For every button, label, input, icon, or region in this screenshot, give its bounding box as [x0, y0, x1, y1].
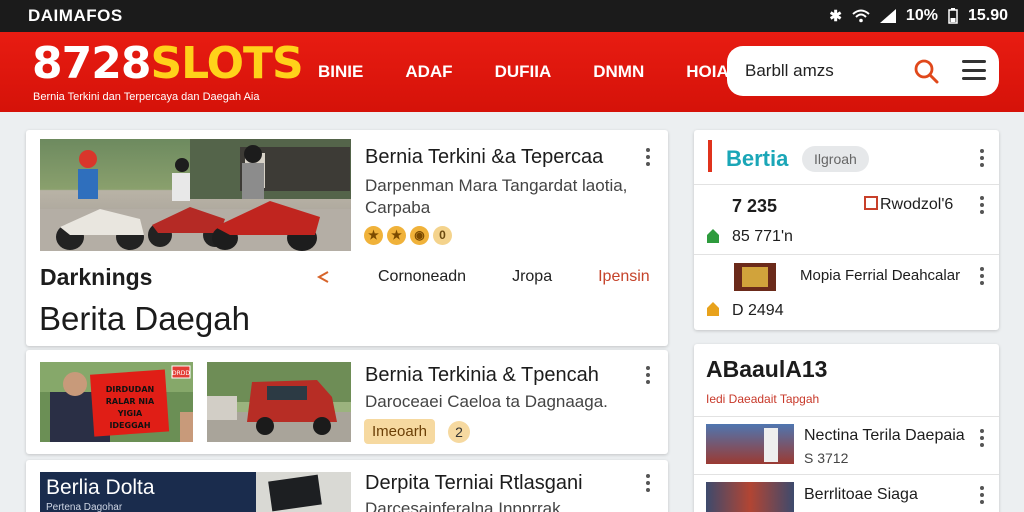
logo-accent: SLOTS [150, 38, 303, 89]
search-bar [727, 46, 999, 96]
featured-more-icon[interactable] [645, 148, 651, 166]
right-card-1-title: Bertia [726, 146, 789, 171]
svg-text:DIRDUDAN: DIRDUDAN [106, 385, 154, 394]
article-1-thumbnail[interactable]: DRDD DIRDUDAN RALAR NIA YIGIA IDEGGAH [40, 362, 193, 442]
article-1-more-icon[interactable] [645, 366, 651, 384]
status-bar: DAIMAFOS ✱ 10% 15.90 [0, 0, 1024, 32]
hamburger-menu-icon[interactable] [962, 60, 986, 80]
article-1-subtitle: Daroceaei Caeloa ta Dagnaaga. [365, 392, 608, 411]
right-card-1-more-icon[interactable] [979, 149, 985, 167]
regional-item-1-meta: S 3712 [804, 450, 849, 466]
home-icon [707, 229, 719, 243]
status-indicators: ✱ 10% 15.90 [829, 7, 1008, 25]
svg-text:YIGIA: YIGIA [117, 409, 143, 418]
sign-corner-text: DRDD [172, 370, 190, 377]
divider [694, 416, 999, 417]
right-card-regional: ABaaulA13 Iedi Daeadait Tapgah Nectina T… [694, 344, 999, 512]
trend-row-4[interactable]: D 2494 [732, 302, 784, 320]
search-icon[interactable] [913, 58, 939, 84]
nav-item-1[interactable]: BINIE [318, 62, 363, 82]
featured-card: Bernia Terkini &a Tepercaa Darpenman Mar… [26, 130, 668, 346]
regional-item-2-more-icon[interactable] [979, 486, 985, 504]
signal-icon [879, 9, 896, 23]
divider [694, 474, 999, 475]
search-input[interactable] [745, 61, 905, 81]
section-tabs: Cornoneadn Jropa Ipensin [316, 268, 650, 286]
right-card-trending: Bertia Ilgroah 7 235 Rwodzol'6 85 771'n … [694, 130, 999, 330]
article-2-title[interactable]: Derpita Terniai Rtlasgani [365, 472, 583, 495]
regional-item-1-thumbnail[interactable] [706, 424, 794, 464]
tab-3[interactable]: Ipensin [598, 268, 650, 286]
star-icon: ★ [387, 226, 406, 245]
article-2-thumbnail[interactable]: Berlia Dolta Pertena Dagohar [40, 472, 351, 512]
logo-main: 8728 [32, 38, 151, 89]
main-nav: BINIE ADAF DUFIIA DNMN HOIAT [318, 62, 780, 82]
section-heading: Darknings [40, 264, 153, 290]
regional-item-1-more-icon[interactable] [979, 429, 985, 447]
device-image [256, 472, 351, 512]
right-card-2-subtitle: Iedi Daeadait Tapgah [706, 392, 820, 406]
page-title: Berita Daegah [39, 300, 250, 337]
nav-item-2[interactable]: ADAF [405, 62, 452, 82]
coin-icon: ◉ [410, 226, 429, 245]
trend-row-2[interactable]: 85 771'n [732, 228, 793, 246]
regional-item-2-thumbnail[interactable] [706, 482, 794, 512]
news-icon [864, 196, 878, 210]
article-2-more-icon[interactable] [645, 474, 651, 492]
article-2-subtitle: Darcesainferalna Inpprrak [365, 499, 561, 512]
battery-level: 10% [905, 7, 938, 24]
nav-item-4[interactable]: DNMN [593, 62, 644, 82]
featured-subtitle-1: Darpenman Mara Tangardat laotia, [365, 176, 628, 195]
svg-text:IDEGGAH: IDEGGAH [109, 421, 150, 430]
article-1-title[interactable]: Bernia Terkinia & Tpencah [365, 364, 599, 387]
trend-row-1-label[interactable]: Rwodzol'6 [880, 196, 953, 214]
star-icon: ★ [364, 226, 383, 245]
divider [694, 184, 999, 185]
red-car-image [207, 362, 351, 442]
trend-row-3-title[interactable]: Mopia Ferrial Deahcalar [800, 267, 960, 284]
article-card-1: DRDD DIRDUDAN RALAR NIA YIGIA IDEGGAH Be… [26, 350, 668, 454]
article-1-comment-count: 2 [448, 421, 470, 443]
lock-icon [707, 302, 719, 316]
featured-title[interactable]: Bernia Terkini &a Tepercaa [365, 146, 603, 169]
carrier-name: DAIMAFOS [28, 6, 123, 25]
share-icon[interactable] [316, 270, 330, 284]
article-2-thumb-subtitle: Pertena Dagohar [46, 502, 123, 512]
tab-2[interactable]: Jropa [512, 268, 552, 286]
protest-sign-image: DRDD DIRDUDAN RALAR NIA YIGIA IDEGGAH [40, 362, 193, 442]
svg-text:RALAR NIA: RALAR NIA [106, 397, 155, 406]
article-2-thumb-title: Berlia Dolta [46, 476, 155, 499]
nav-item-3[interactable]: DUFIIA [495, 62, 552, 82]
rating-count-badge: 0 [433, 226, 452, 245]
clock: 15.90 [967, 7, 1008, 24]
tab-1[interactable]: Cornoneadn [378, 268, 466, 286]
battery-icon [948, 8, 958, 24]
divider [694, 254, 999, 255]
trend-row-1-value[interactable]: 7 235 [732, 196, 777, 217]
right-card-2-title: ABaaulA13 [706, 356, 828, 382]
featured-subtitle-2: Carpaba [365, 198, 431, 217]
trend-row-3-more-icon[interactable] [979, 267, 985, 285]
article-1-category-pill[interactable]: Imeoarh [364, 419, 436, 444]
bluetooth-icon: ✱ [829, 8, 842, 25]
regional-item-1-title[interactable]: Nectina Terila Daepaia [804, 427, 965, 445]
featured-thumbnail[interactable] [40, 139, 351, 251]
right-card-1-tag[interactable]: Ilgroah [802, 146, 869, 172]
rating-badges: ★ ★ ◉ 0 [364, 226, 452, 245]
site-logo[interactable]: 8728SLOTS [32, 38, 304, 89]
motorbikes-image [40, 139, 351, 251]
site-tagline: Bernia Terkini dan Terpercaya dan Daegah… [33, 91, 260, 103]
trend-row-1-more-icon[interactable] [979, 196, 985, 214]
article-1-thumbnail-2[interactable] [207, 362, 351, 442]
wifi-icon [852, 9, 870, 23]
article-card-2: Berlia Dolta Pertena Dagohar Derpita Ter… [26, 460, 668, 512]
site-header: 8728SLOTS Bernia Terkini dan Terpercaya … [0, 32, 1024, 112]
trend-row-3-thumbnail[interactable] [734, 263, 776, 291]
title-accent-bar [708, 140, 712, 172]
regional-item-2-title[interactable]: Berrlitoae Siaga [804, 486, 918, 504]
